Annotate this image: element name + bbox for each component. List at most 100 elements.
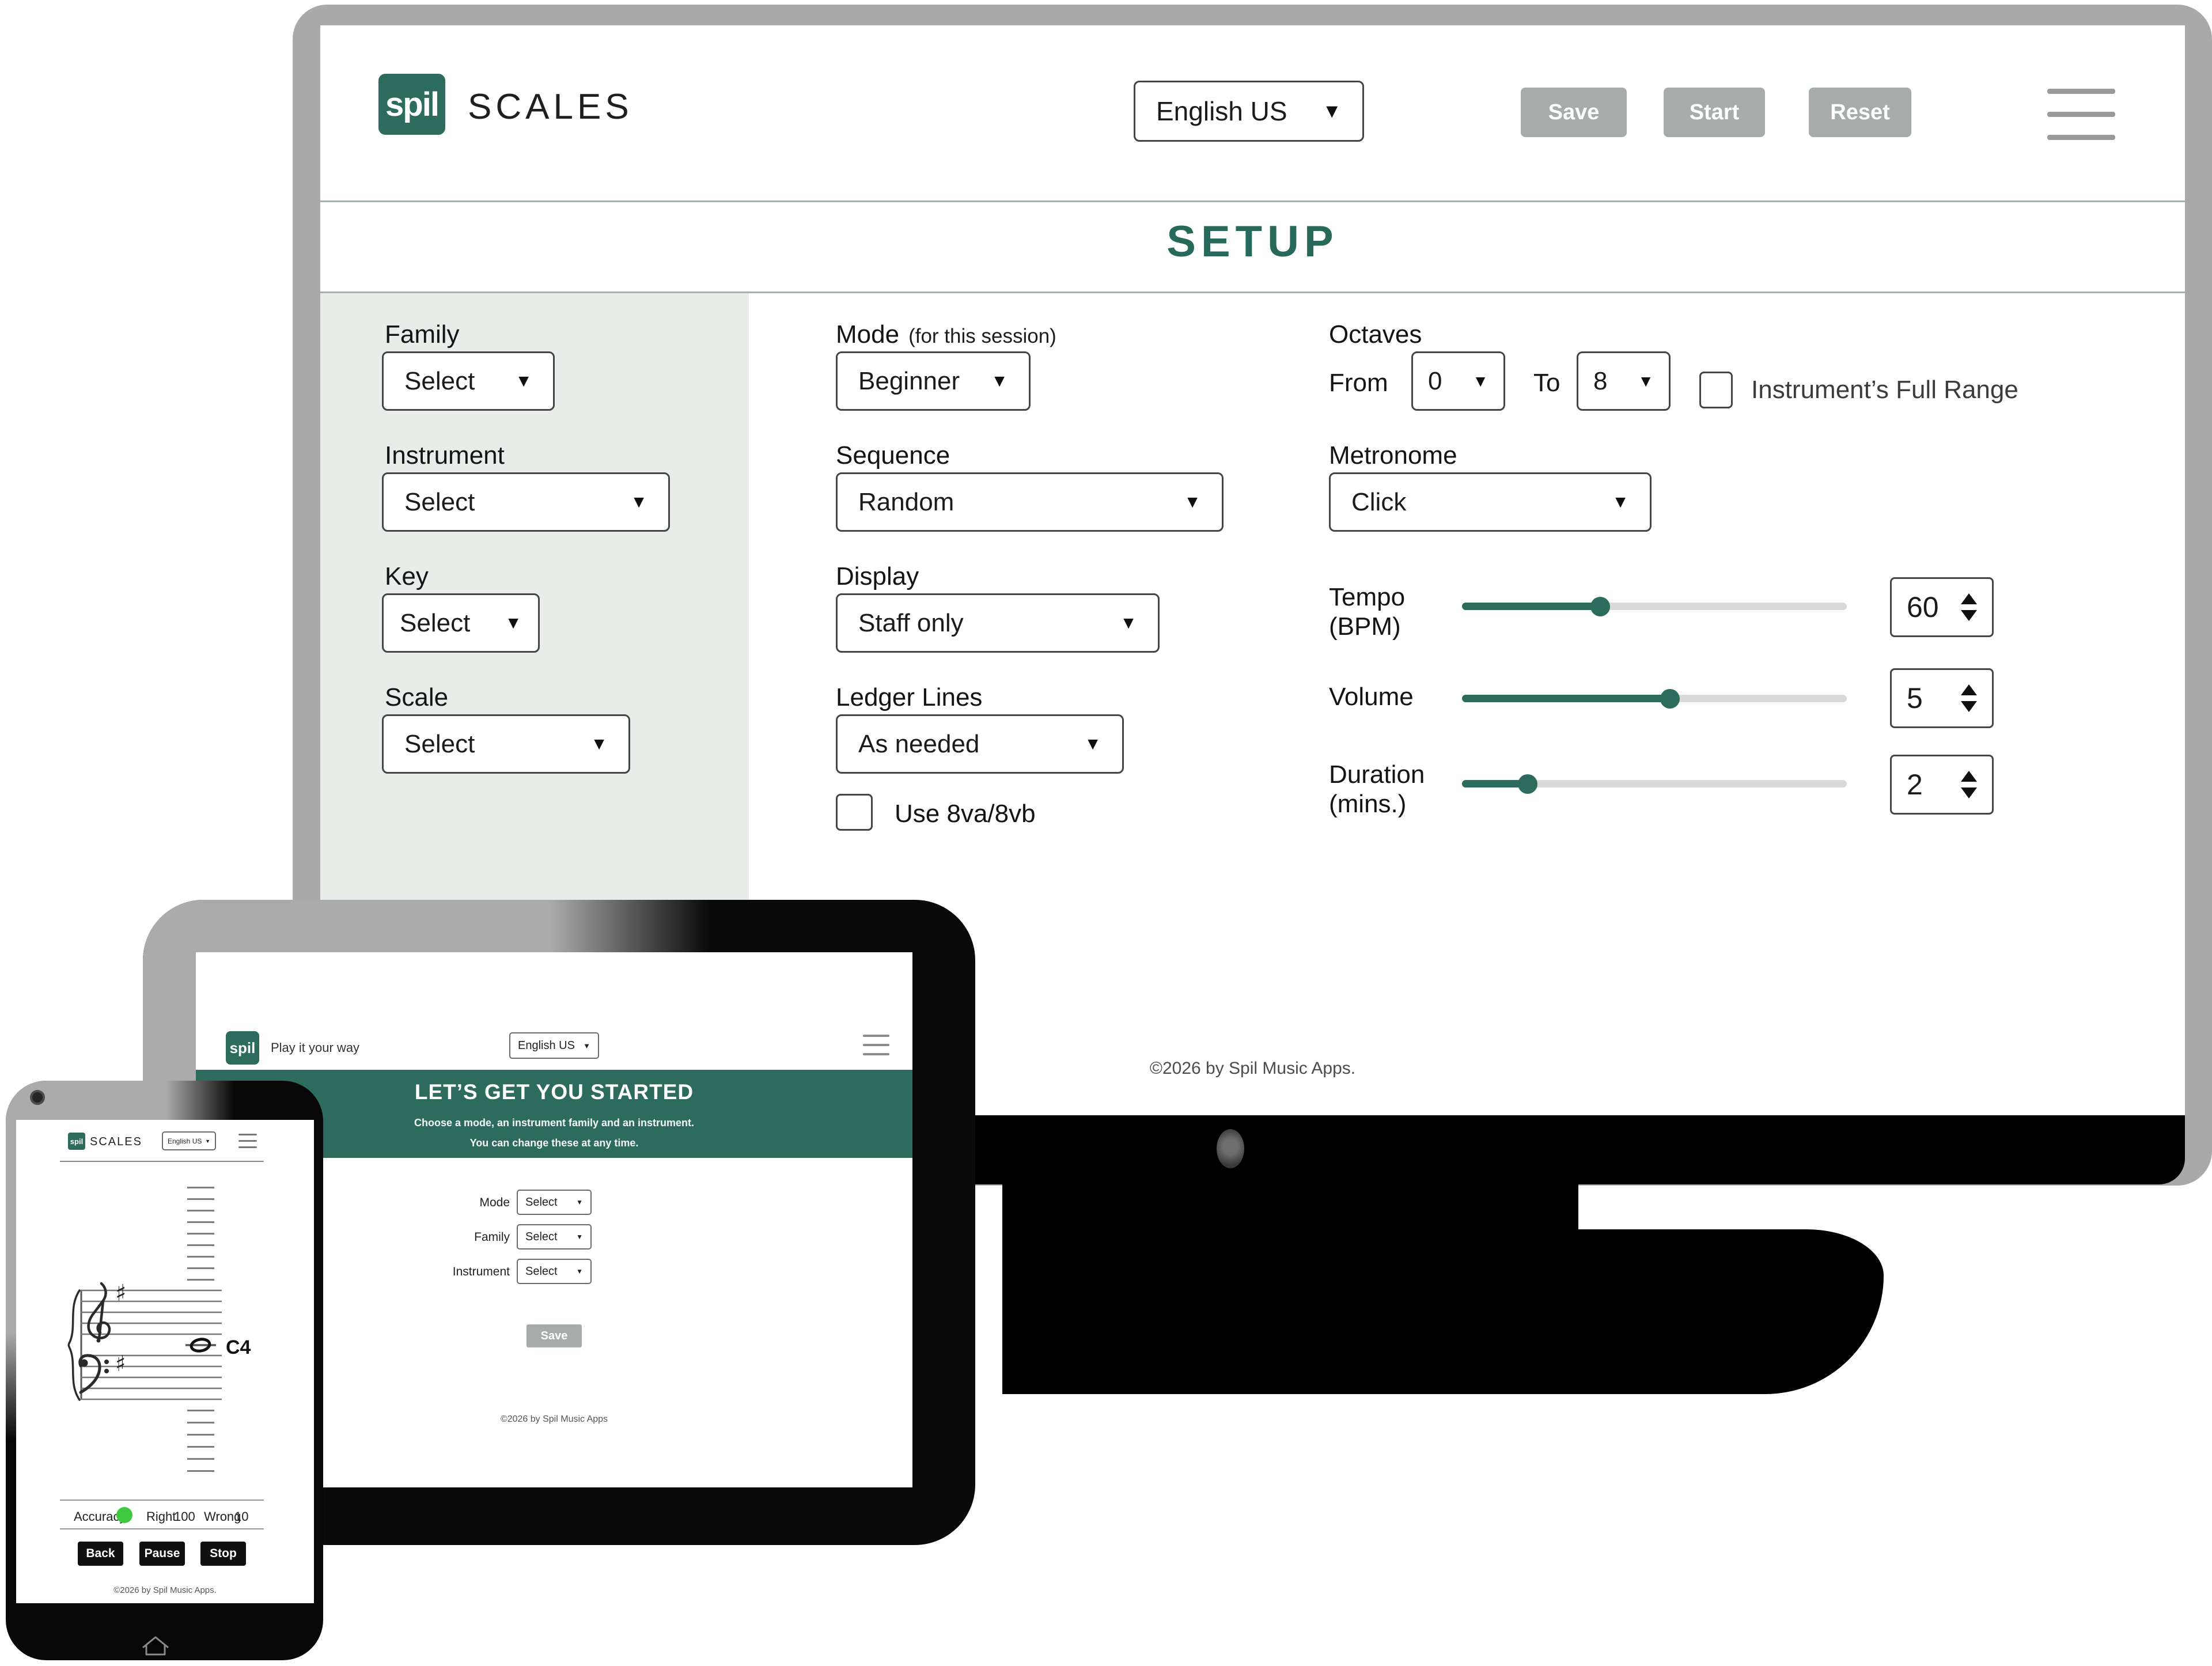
stop-button[interactable]: Stop [200,1542,246,1566]
octave-from-select[interactable]: 0 ▼ [1411,351,1505,411]
mode-select[interactable]: Select ▼ [517,1190,592,1215]
back-button-label: Back [86,1547,115,1561]
dropdown-arrow-icon: ▼ [590,736,608,753]
pause-button[interactable]: Pause [139,1542,185,1566]
menu-icon[interactable] [238,1134,257,1148]
instrument-select-value: Select [525,1265,558,1278]
family-select[interactable]: Select ▼ [517,1224,592,1250]
mode-select-value: Select [525,1196,558,1209]
family-select[interactable]: Select ▼ [382,351,555,411]
octave-to-select[interactable]: 8 ▼ [1577,351,1671,411]
dropdown-arrow-icon: ▼ [1472,373,1488,389]
language-select[interactable]: English US ▼ [1134,81,1364,142]
use-8va-checkbox[interactable] [836,794,873,831]
mode-label-row: Mode (for this session) [836,320,1056,350]
metronome-select-value: Click [1351,488,1406,517]
instrument-select-value: Select [404,488,475,517]
banner-title: LET’S GET YOU STARTED [415,1080,694,1104]
family-select-value: Select [404,367,475,396]
stepper-arrows [1961,684,1977,712]
octaves-from-label: From [1329,369,1388,398]
dropdown-arrow-icon: ▼ [576,1233,583,1241]
stepper-down-icon[interactable] [1961,610,1977,621]
stepper-down-icon[interactable] [1961,787,1977,798]
right-value: 100 [174,1509,195,1524]
dropdown-arrow-icon: ▼ [1638,373,1654,389]
tempo-slider-knob[interactable] [1590,597,1610,616]
stepper-up-icon[interactable] [1961,771,1977,782]
home-button-icon[interactable] [138,1633,173,1658]
tempo-stepper[interactable]: 60 [1890,577,1994,637]
metronome-select[interactable]: Click ▼ [1329,472,1652,532]
key-select[interactable]: Select ▼ [382,593,540,653]
pause-button-label: Pause [145,1547,180,1561]
stepper-up-icon[interactable] [1961,593,1977,604]
monitor-neck [1002,1183,1578,1230]
family-select-value: Select [525,1230,558,1244]
app-title: SCALES [468,86,633,127]
start-button-label: Start [1690,100,1740,125]
scale-select[interactable]: Select ▼ [382,714,630,774]
sequence-select[interactable]: Random ▼ [836,472,1224,532]
tablet-frame-highlight [143,900,709,953]
duration-value: 2 [1907,768,1923,801]
language-select[interactable]: English US ▼ [162,1131,216,1150]
ledger-lines-select[interactable]: As needed ▼ [836,714,1124,774]
stepper-down-icon[interactable] [1961,701,1977,712]
mode-row-label: Mode [403,1196,510,1210]
octave-from-value: 0 [1428,367,1442,396]
octave-to-value: 8 [1593,367,1607,396]
duration-stepper[interactable]: 2 [1890,755,1994,815]
instrument-row-label: Instrument [403,1265,510,1279]
dropdown-arrow-icon: ▼ [1184,494,1201,511]
volume-label: Volume [1329,683,1414,712]
page: spil SCALES English US ▼ Save Start Rese… [0,0,2212,1666]
language-select[interactable]: English US ▼ [509,1032,599,1059]
app-logo: spil [226,1031,259,1065]
brace-icon [69,1290,79,1400]
dropdown-arrow-icon: ▼ [1084,736,1101,753]
save-button-label: Save [1548,100,1600,125]
tempo-label-line1: Tempo [1329,583,1405,612]
mode-hint: (for this session) [908,325,1056,348]
save-button[interactable]: Save [527,1324,582,1347]
wrong-value: 10 [234,1509,248,1524]
menu-icon[interactable] [2047,89,2115,140]
divider [60,1528,264,1529]
instrument-select[interactable]: Select ▼ [382,472,670,532]
dropdown-arrow-icon: ▼ [1120,615,1137,632]
duration-slider[interactable] [1462,780,1847,787]
dropdown-arrow-icon: ▼ [991,373,1008,390]
divider [320,200,2185,202]
dropdown-arrow-icon: ▼ [583,1042,590,1050]
stepper-arrows [1961,593,1977,621]
dropdown-arrow-icon: ▼ [505,615,522,632]
webcam-icon [1217,1129,1244,1168]
display-select[interactable]: Staff only ▼ [836,593,1160,653]
volume-slider-knob[interactable] [1660,689,1680,709]
duration-label-line1: Duration [1329,760,1425,790]
volume-value: 5 [1907,681,1923,715]
display-select-value: Staff only [858,609,964,638]
back-button[interactable]: Back [78,1542,123,1566]
start-button[interactable]: Start [1664,88,1765,137]
phone-footer: ©2026 by Spil Music Apps. [16,1585,314,1595]
full-range-checkbox[interactable] [1699,372,1733,408]
app-logo-text: spil [70,1137,83,1146]
key-select-value: Select [400,609,470,638]
duration-slider-knob[interactable] [1518,774,1537,794]
dropdown-arrow-icon: ▼ [205,1138,210,1144]
volume-stepper[interactable]: 5 [1890,668,1994,728]
volume-slider[interactable] [1462,695,1847,702]
mode-select[interactable]: Beginner ▼ [836,351,1031,411]
menu-icon[interactable] [863,1035,889,1055]
reset-button[interactable]: Reset [1809,88,1911,137]
app-logo: spil [68,1133,85,1150]
accuracy-dot [116,1507,132,1523]
tempo-slider[interactable] [1462,603,1847,610]
instrument-select[interactable]: Select ▼ [517,1259,592,1284]
app-logo-text: spil [230,1039,256,1057]
save-button[interactable]: Save [1521,88,1627,137]
scale-select-value: Select [404,730,475,759]
stepper-up-icon[interactable] [1961,684,1977,695]
